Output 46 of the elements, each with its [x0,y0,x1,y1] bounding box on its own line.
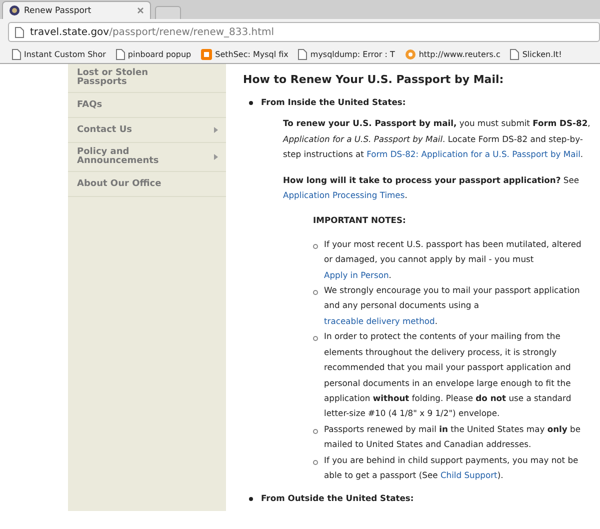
text-link[interactable]: Child Support [440,470,498,480]
bookmark[interactable]: pinboard popup [116,48,192,60]
page-icon [15,26,24,38]
text-link[interactable]: Application Processing Times [283,190,405,200]
text-link[interactable]: traceable delivery method [324,316,435,326]
bookmark[interactable]: SethSec: Mysql fix [201,48,288,60]
note-text: If your most recent U.S. passport has been mutilated, altered or damaged, you cannot apply by mail - you must Apply in Person. [324,238,582,282]
text-link[interactable]: Form DS-82: Application for a U.S. Passport by Mail [366,149,580,160]
address-bar[interactable]: travel.state.gov/passport/renew/renew_833.html [8,22,600,42]
seal-icon [9,5,20,16]
sidebar-item[interactable]: Lost or Stolen Passports [68,64,226,93]
sidebar-item[interactable]: FAQs [68,93,226,118]
bookmark[interactable]: http://www.reuters.c [404,48,500,60]
paragraph: How long will it take to process your passport application? See Application Processing Times. [283,174,580,202]
new-tab-button[interactable] [155,6,181,19]
paragraph: To renew your U.S. Passport by mail, you must submit Form DS-82, Application for a U.S. Passport by Mail. Locate Form DS-82 and step-by-step instructions at Form DS-82: Application for a U.S. Passport by Mail. [283,117,592,162]
page-icon [510,48,520,60]
page-icon [298,48,308,60]
sidebar-item[interactable]: Contact Us [68,118,226,143]
notes-title: IMPORTANT NOTES: [313,214,407,228]
bookmark[interactable]: Slicken.It! [510,48,562,60]
bookmark[interactable]: Instant Custom Shor [12,48,106,60]
blog-icon [201,48,212,60]
globe-icon [404,48,416,60]
page-icon [12,48,21,60]
section-title: From Inside the United States: [261,96,406,109]
sidebar-item[interactable]: Policy and Announcements [68,143,226,172]
bullet-icon [313,460,318,465]
bullet-icon [313,428,318,434]
note-text: In order to protect the contents of your mailing from the elements throughout the delivery process, it is strongly recommended that you mail your passport application and personal documents in an envelope large enough to fit the application without folding. Please do not use a standard letter-size #10 (4 1/8" x 9 1/2") envelope. [324,330,572,420]
page-heading: How to Renew Your U.S. Passport by Mail: [243,72,505,88]
note-text: If you are behind in child support payments, you may not be able to get a passport (See Child Support). [324,454,580,482]
close-icon[interactable] [137,7,144,14]
section-title: From Outside the United States: [261,492,414,506]
bullet-icon [313,336,318,342]
bullet-icon [313,290,318,296]
sidebar-item[interactable]: About Our Office [68,172,226,197]
note-text: Passports renewed by mail in the United States may only be mailed to United States and Canadian addresses. [324,422,582,452]
note-text: We strongly encourage you to mail your passport application and any personal documents using a traceable delivery method. [324,284,581,328]
bullet-icon [313,244,318,249]
bookmark[interactable]: mysqldump: Error : T [298,48,395,60]
bullet-icon [249,100,253,105]
browser-tab[interactable]: Renew Passport [2,1,151,19]
bullet-icon [249,497,253,502]
text-link[interactable]: Apply in Person [324,270,389,280]
page-icon [116,48,125,60]
